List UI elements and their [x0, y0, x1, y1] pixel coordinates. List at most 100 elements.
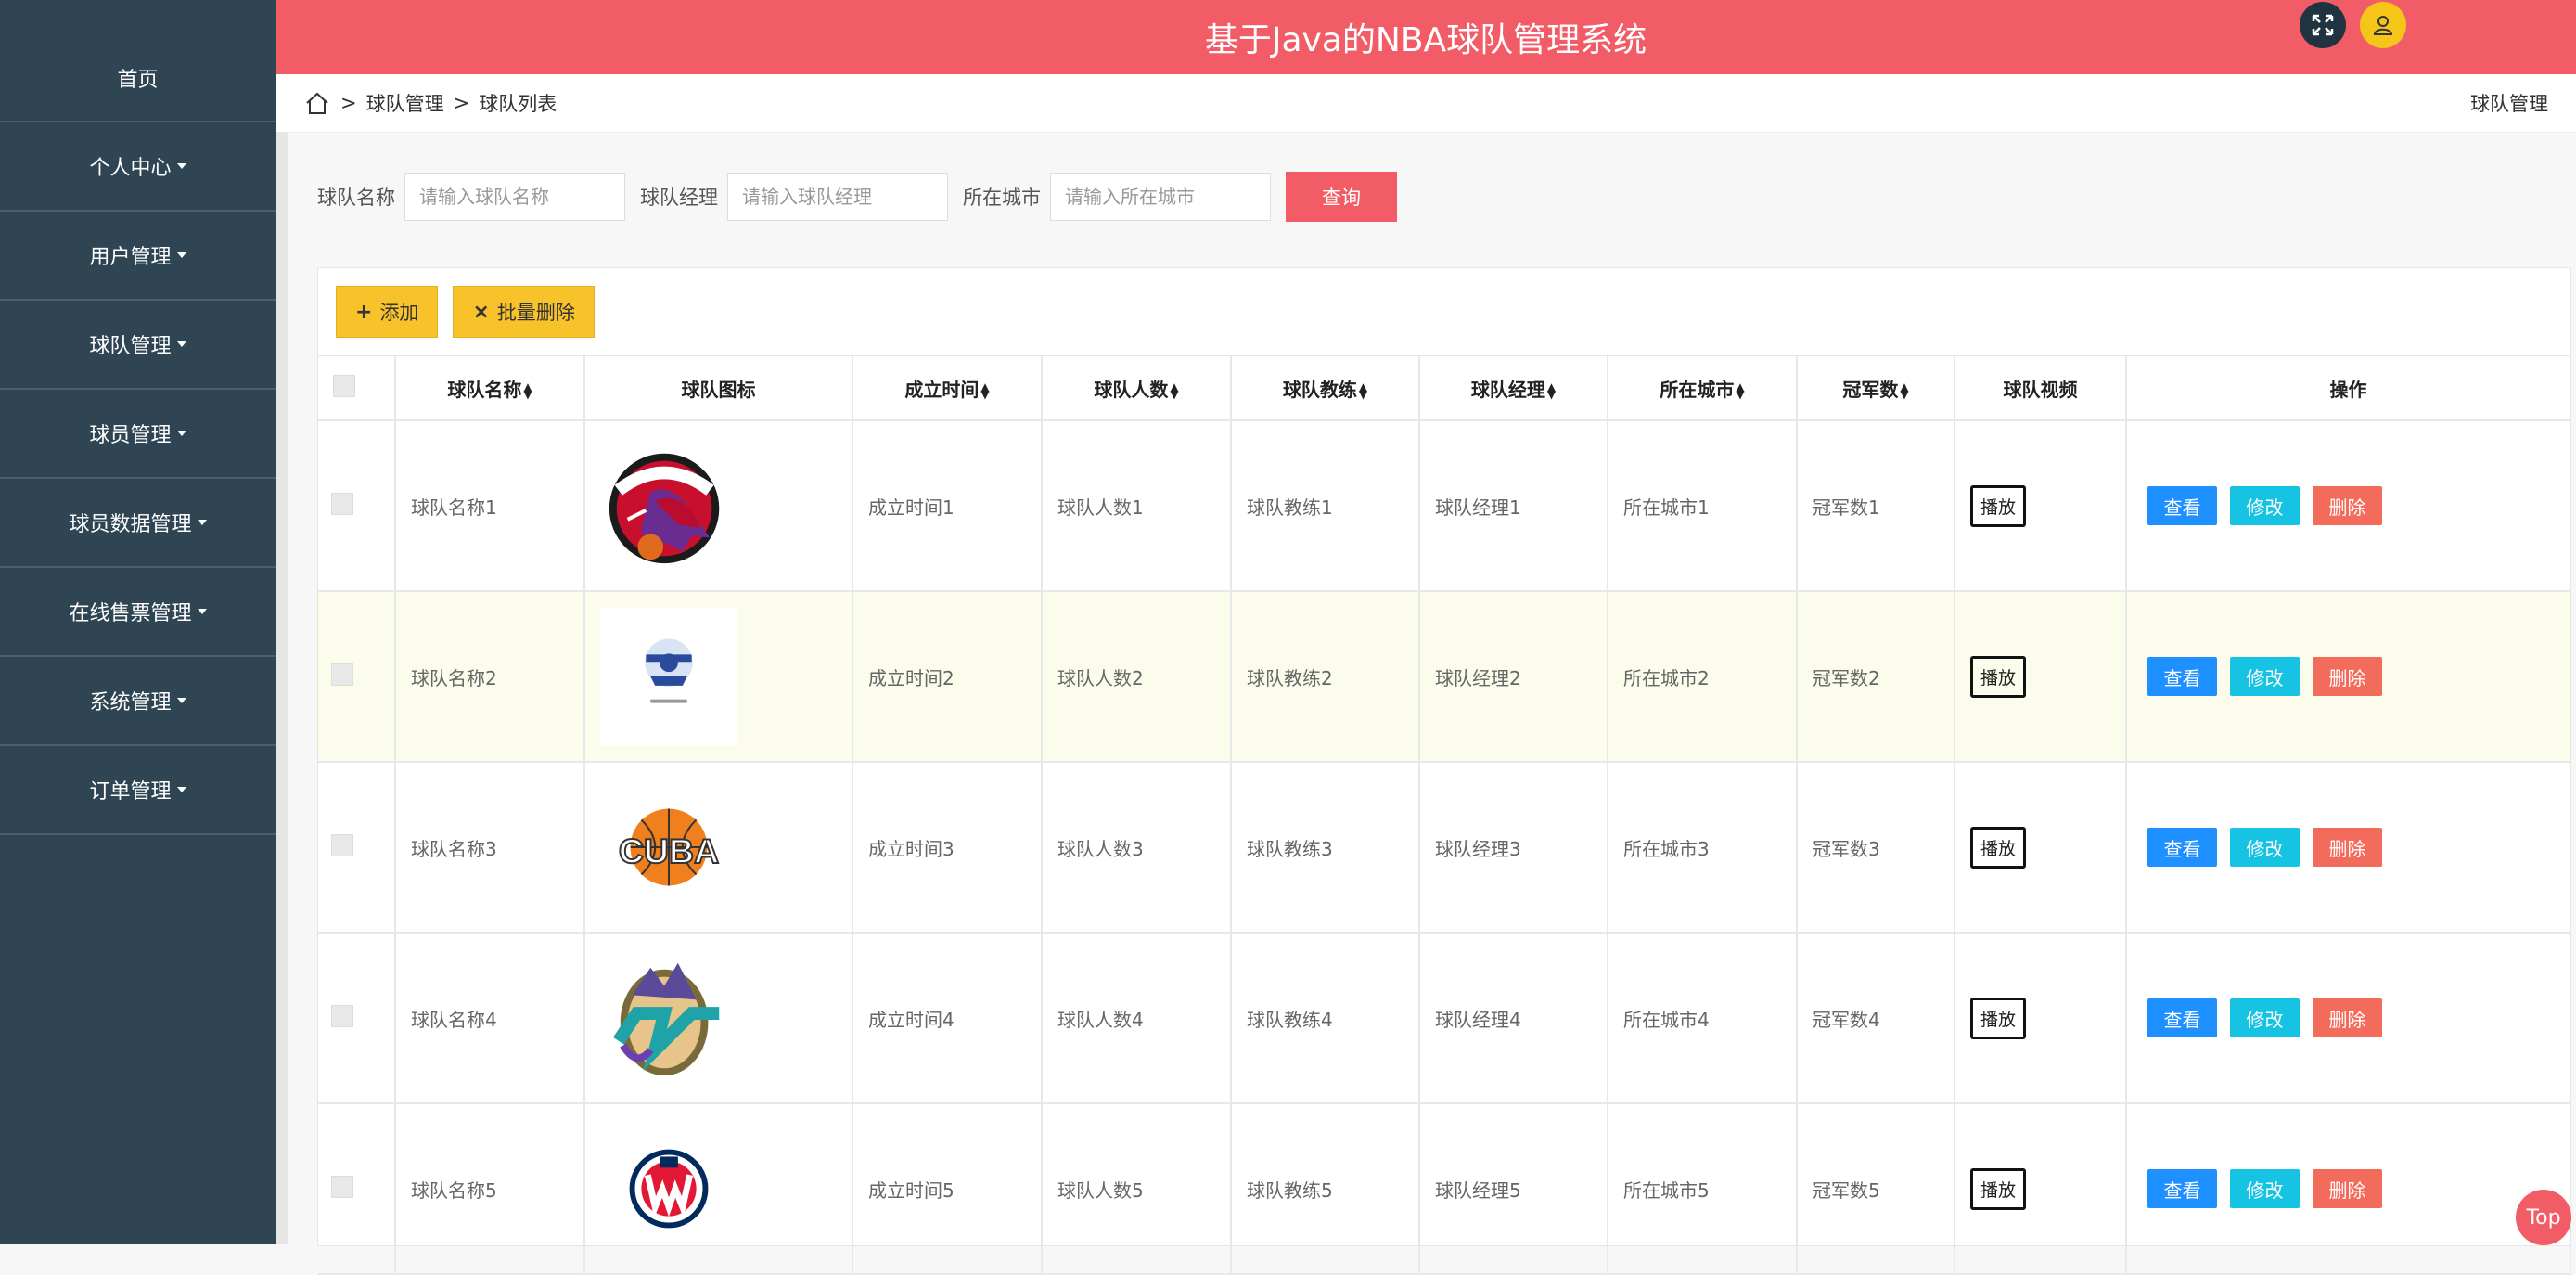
query-button[interactable]: 查询 [1286, 172, 1397, 222]
column-header-team-name[interactable]: 球队名称 ▲ ▼ [395, 356, 585, 421]
table-toolbar: + 添加 × 批量删除 [318, 268, 2570, 356]
row-select-cell [318, 420, 396, 592]
sidebar-item-label: 用户管理 [89, 246, 172, 269]
row-checkbox[interactable] [331, 1175, 353, 1198]
table-row: 球队名称2 成立时间2 球队人数2 球队教练2 球队经理2 所在城市2 冠军数2… [318, 591, 2571, 763]
header-label: 操作 [2329, 378, 2367, 401]
video-cell: 播放 [1954, 762, 2127, 934]
user-icon [2373, 16, 2393, 35]
table-row: 球队名称4 成立时间4 球队人数4 球队教练4 球队经理4 所在城市4 冠军数4… [318, 933, 2571, 1104]
manager-cell: 球队经理5 [1419, 1103, 1608, 1275]
sidebar-item-user-management[interactable]: 用户管理 [0, 212, 276, 301]
view-button[interactable]: 查看 [2147, 1169, 2217, 1208]
caret-down-icon [197, 609, 207, 614]
breadcrumb: > 球队管理 > 球队列表 球队管理 [276, 74, 2576, 133]
sidebar-item-label: 订单管理 [89, 780, 172, 804]
fullscreen-button[interactable] [2300, 2, 2346, 48]
sidebar-item-ticket-management[interactable]: 在线售票管理 [0, 568, 276, 657]
delete-button[interactable]: 删除 [2313, 828, 2382, 867]
select-all-checkbox[interactable] [333, 374, 355, 397]
caret-down-icon [176, 698, 186, 703]
view-button[interactable]: 查看 [2147, 998, 2217, 1037]
edit-button[interactable]: 修改 [2230, 998, 2300, 1037]
column-header-manager[interactable]: 球队经理 ▲ ▼ [1419, 356, 1608, 421]
sidebar-item-system-management[interactable]: 系统管理 [0, 657, 276, 746]
city-cell: 所在城市5 [1608, 1103, 1798, 1275]
back-to-top-button[interactable]: Top [2516, 1190, 2571, 1245]
row-checkbox[interactable] [331, 833, 353, 856]
players-cell: 球队人数5 [1042, 1103, 1232, 1275]
coach-cell: 球队教练2 [1231, 591, 1420, 763]
city-cell: 所在城市3 [1608, 762, 1798, 934]
play-video-button[interactable]: 播放 [1970, 655, 2027, 698]
team-name-input[interactable] [404, 173, 625, 221]
column-header-founded[interactable]: 成立时间 ▲ ▼ [852, 356, 1043, 421]
coach-cell: 球队教练3 [1231, 762, 1420, 934]
edit-button[interactable]: 修改 [2230, 828, 2300, 867]
delete-button[interactable]: 删除 [2313, 998, 2382, 1037]
team-logo-image: CUBA [600, 779, 737, 916]
sidebar-item-label: 球员数据管理 [69, 513, 192, 536]
manager-cell: 球队经理1 [1419, 420, 1608, 592]
sidebar-item-personal-center[interactable]: 个人中心 [0, 122, 276, 212]
delete-button[interactable]: 删除 [2313, 657, 2382, 696]
view-button[interactable]: 查看 [2147, 657, 2217, 696]
row-checkbox[interactable] [331, 663, 353, 686]
city-label: 所在城市 [963, 187, 1041, 209]
column-header-titles[interactable]: 冠军数 ▲ ▼ [1797, 356, 1955, 421]
sidebar-item-home[interactable]: 首页 [0, 0, 276, 122]
header-label: 球队视频 [2003, 378, 2078, 401]
coach-cell: 球队教练4 [1231, 933, 1420, 1104]
team-manager-input[interactable] [727, 173, 948, 221]
sidebar-item-label: 个人中心 [89, 157, 172, 180]
sidebar-item-order-management[interactable]: 订单管理 [0, 746, 276, 835]
play-video-button[interactable]: 播放 [1970, 997, 2027, 1039]
team-logo-cell [584, 1103, 853, 1275]
titles-cell: 冠军数5 [1797, 1103, 1955, 1275]
team-manager-label: 球队经理 [640, 187, 718, 209]
edit-button[interactable]: 修改 [2230, 486, 2300, 525]
edit-button[interactable]: 修改 [2230, 657, 2300, 696]
column-header-coach[interactable]: 球队教练 ▲ ▼ [1231, 356, 1420, 421]
play-video-button[interactable]: 播放 [1970, 484, 2027, 527]
table-header-row: 球队名称 ▲ ▼ 球队图标 成立时间 ▲ ▼ 球队人数 ▲ ▼ 球队教练 ▲ ▼ 球队经理 ▲ ▼ … [318, 356, 2571, 421]
header-label: 球队教练 [1282, 378, 1357, 401]
sidebar-item-team-management[interactable]: 球队管理 [0, 301, 276, 390]
column-header-city[interactable]: 所在城市 ▲ ▼ [1608, 356, 1798, 421]
row-select-cell [318, 762, 396, 934]
video-cell: 播放 [1954, 933, 2127, 1104]
manager-cell: 球队经理2 [1419, 591, 1608, 763]
row-checkbox[interactable] [331, 1004, 353, 1027]
user-menu-button[interactable] [2360, 2, 2406, 48]
sidebar-item-player-data-management[interactable]: 球员数据管理 [0, 479, 276, 568]
team-logo-image [600, 437, 737, 574]
founded-cell: 成立时间4 [852, 933, 1043, 1104]
delete-button[interactable]: 删除 [2313, 1169, 2382, 1208]
team-logo-image [600, 1120, 737, 1257]
team-name-cell: 球队名称2 [395, 591, 585, 763]
view-button[interactable]: 查看 [2147, 828, 2217, 867]
breadcrumb-team-management[interactable]: 球队管理 [366, 89, 444, 117]
founded-cell: 成立时间1 [852, 420, 1043, 592]
home-icon[interactable] [303, 89, 331, 117]
play-video-button[interactable]: 播放 [1970, 1167, 2027, 1210]
svg-text:CUBA: CUBA [619, 831, 719, 870]
edit-button[interactable]: 修改 [2230, 1169, 2300, 1208]
play-video-button[interactable]: 播放 [1970, 826, 2027, 869]
sidebar-item-label: 首页 [117, 69, 159, 92]
row-checkbox[interactable] [331, 492, 353, 515]
batch-delete-button[interactable]: × 批量删除 [453, 286, 595, 338]
breadcrumb-team-list: 球队列表 [479, 93, 557, 115]
team-logo-image [600, 608, 737, 745]
column-header-players[interactable]: 球队人数 ▲ ▼ [1042, 356, 1232, 421]
founded-cell: 成立时间3 [852, 762, 1043, 934]
founded-cell: 成立时间5 [852, 1103, 1043, 1275]
city-input[interactable] [1050, 173, 1271, 221]
team-name-cell: 球队名称5 [395, 1103, 585, 1275]
header-label: 所在城市 [1660, 378, 1735, 401]
view-button[interactable]: 查看 [2147, 486, 2217, 525]
team-table: 球队名称 ▲ ▼ 球队图标 成立时间 ▲ ▼ 球队人数 ▲ ▼ 球队教练 ▲ ▼ 球队经理 ▲ ▼ … [318, 356, 2571, 1275]
delete-button[interactable]: 删除 [2313, 486, 2382, 525]
sidebar-item-player-management[interactable]: 球员管理 [0, 390, 276, 479]
add-button[interactable]: + 添加 [336, 286, 439, 338]
